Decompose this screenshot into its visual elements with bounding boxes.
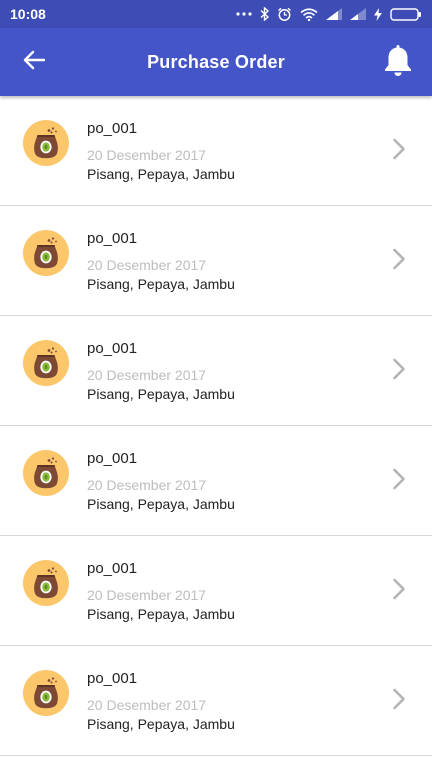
signal-icon [350,8,366,20]
dots-icon [236,11,252,17]
order-date: 20 Desember 2017 [87,147,207,163]
sack-icon [23,120,69,166]
order-id: po_001 [87,560,138,577]
sack-icon [23,670,69,716]
order-items: Pisang, Pepaya, Jambu [87,166,235,182]
order-list: po_001 20 Desember 2017 Pisang, Pepaya, … [0,96,432,756]
arrow-left-icon [23,50,46,75]
order-items: Pisang, Pepaya, Jambu [87,716,235,732]
chevron-right-icon [392,248,406,270]
sack-icon [23,450,69,496]
order-items: Pisang, Pepaya, Jambu [87,606,235,622]
chevron-right-icon [392,358,406,380]
order-items: Pisang, Pepaya, Jambu [87,386,235,402]
order-date: 20 Desember 2017 [87,587,207,603]
bell-icon [384,43,412,82]
page-title: Purchase Order [147,52,285,72]
order-list-item[interactable]: po_001 20 Desember 2017 Pisang, Pepaya, … [0,206,432,316]
back-button[interactable] [18,48,50,76]
order-id: po_001 [87,230,138,247]
order-id: po_001 [87,450,138,467]
order-items: Pisang, Pepaya, Jambu [87,276,235,292]
chevron-right-icon [392,468,406,490]
order-list-item[interactable]: po_001 20 Desember 2017 Pisang, Pepaya, … [0,426,432,536]
sack-icon [23,230,69,276]
sack-icon [23,560,69,606]
chevron-right-icon [392,138,406,160]
order-list-item[interactable]: po_001 20 Desember 2017 Pisang, Pepaya, … [0,536,432,646]
status-bar: 10:08 [0,0,432,28]
order-items: Pisang, Pepaya, Jambu [87,496,235,512]
order-list-item[interactable]: po_001 20 Desember 2017 Pisang, Pepaya, … [0,646,432,756]
alarm-icon [277,7,292,22]
battery-icon [390,7,422,21]
status-icons [236,7,422,22]
order-date: 20 Desember 2017 [87,477,207,493]
order-date: 20 Desember 2017 [87,367,207,383]
charging-icon [374,7,382,21]
order-list-item[interactable]: po_001 20 Desember 2017 Pisang, Pepaya, … [0,96,432,206]
order-id: po_001 [87,670,138,687]
sack-icon [23,340,69,386]
wifi-icon [300,7,318,21]
bluetooth-icon [260,7,269,21]
order-id: po_001 [87,340,138,357]
chevron-right-icon [392,578,406,600]
order-date: 20 Desember 2017 [87,257,207,273]
order-list-item[interactable]: po_001 20 Desember 2017 Pisang, Pepaya, … [0,316,432,426]
status-time: 10:08 [10,6,46,22]
signal-icon [326,8,342,20]
order-id: po_001 [87,120,138,137]
app-bar: Purchase Order [0,28,432,96]
order-date: 20 Desember 2017 [87,697,207,713]
chevron-right-icon [392,688,406,710]
notification-button[interactable] [382,44,414,80]
